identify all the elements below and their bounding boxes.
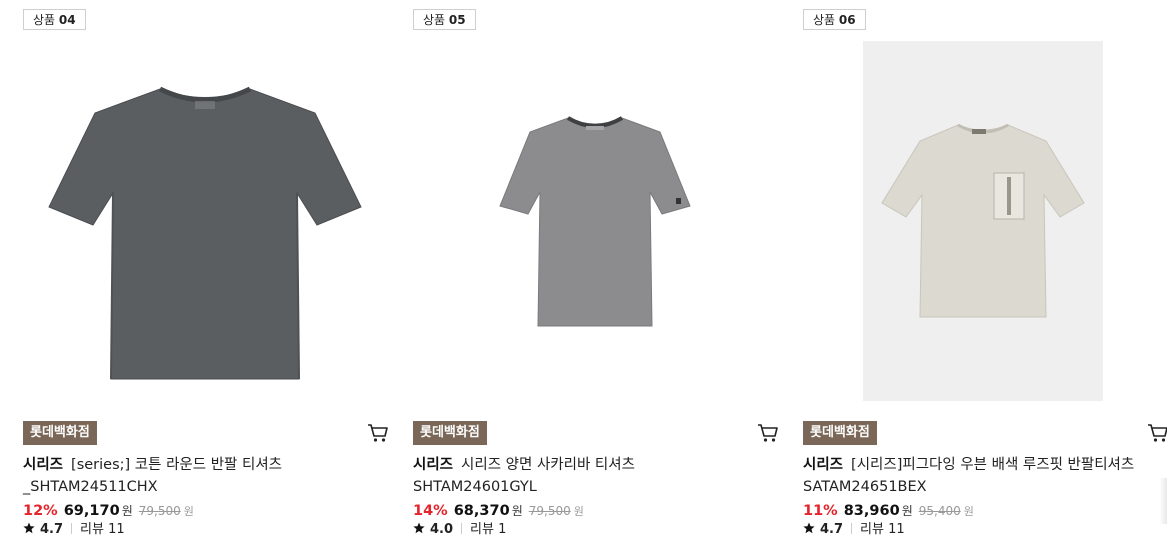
cart-icon: [1148, 424, 1167, 442]
carousel-next-edge[interactable]: [1159, 478, 1167, 524]
discount-rate: 11%: [803, 503, 838, 519]
divider: [851, 523, 853, 534]
tshirt-image-gray: [499, 115, 691, 326]
review-count[interactable]: 리뷰 11: [80, 522, 125, 537]
rating-score: 4.7: [820, 522, 844, 537]
brand-name: 시리즈: [413, 457, 454, 473]
product-code: _SHTAM24511CHX: [23, 479, 158, 495]
product-number-badge: 상품 05: [413, 9, 476, 30]
price-row: 14% 68,370 원 79,500 원: [413, 501, 584, 521]
rating-row: 4.0 리뷰 1: [413, 520, 506, 540]
product-card-05[interactable]: 상품 05 롯데백화점 시리즈 시리즈 양면 사카리바 티셔츠 SHTAM2460…: [413, 0, 779, 548]
product-title[interactable]: 시리즈 [시리즈]피그다잉 우븐 배색 루즈핏 반팔티셔츠 SATAM24651B…: [803, 454, 1167, 498]
store-tag: 롯데백화점: [803, 421, 877, 445]
price-row: 12% 69,170 원 79,500 원: [23, 501, 194, 521]
product-image[interactable]: [413, 41, 777, 401]
divider: [71, 523, 73, 534]
tshirt-image-beige: [881, 123, 1085, 318]
add-to-cart-button[interactable]: [757, 423, 779, 443]
sale-price: 83,960: [843, 503, 900, 519]
product-number-badge: 상품 04: [23, 9, 86, 30]
price-row: 11% 83,960 원 95,400 원: [803, 501, 974, 521]
product-card-06[interactable]: 상품 06 롯데백화점 시리즈 [시리즈]피그다잉 우븐 배색 루즈핏 반팔티셔츠…: [803, 0, 1167, 548]
tshirt-image-dark-gray: [48, 86, 362, 380]
product-code: SHTAM24601GYL: [413, 479, 537, 495]
original-currency-unit: 원: [573, 505, 584, 518]
product-code: SATAM24651BEX: [803, 479, 927, 495]
divider: [461, 523, 463, 534]
product-name: [series;] 코튼 라운드 반팔 티셔츠: [71, 457, 283, 473]
cart-icon: [758, 424, 778, 442]
original-price: 79,500: [138, 504, 181, 518]
brand-name: 시리즈: [23, 457, 64, 473]
discount-rate: 14%: [413, 503, 448, 519]
cart-icon: [368, 424, 388, 442]
original-price: 79,500: [528, 504, 571, 518]
currency-unit: 원: [511, 504, 523, 518]
product-name: [시리즈]피그다잉 우븐 배색 루즈핏 반팔티셔츠: [851, 457, 1135, 473]
product-image[interactable]: [23, 41, 387, 401]
sale-price: 68,370: [453, 503, 510, 519]
star-icon: [803, 522, 815, 534]
add-to-cart-button[interactable]: [367, 423, 389, 443]
original-price: 95,400: [918, 504, 961, 518]
currency-unit: 원: [901, 504, 913, 518]
rating-row: 4.7 리뷰 11: [803, 520, 905, 540]
star-icon: [413, 522, 425, 534]
product-image[interactable]: [863, 41, 1103, 401]
currency-unit: 원: [121, 504, 133, 518]
product-number-badge: 상품 06: [803, 9, 866, 30]
product-title[interactable]: 시리즈 시리즈 양면 사카리바 티셔츠 SHTAM24601GYL: [413, 454, 777, 498]
product-card-04[interactable]: 상품 04 롯데백화점 시리즈 [series;] 코튼 라운드 반팔 티셔츠 _…: [23, 0, 389, 548]
discount-rate: 12%: [23, 503, 58, 519]
rating-score: 4.0: [430, 522, 454, 537]
add-to-cart-button[interactable]: [1147, 423, 1167, 443]
review-count[interactable]: 리뷰 11: [860, 522, 905, 537]
original-currency-unit: 원: [183, 505, 194, 518]
product-name: 시리즈 양면 사카리바 티셔츠: [461, 457, 635, 473]
star-icon: [23, 522, 35, 534]
product-title[interactable]: 시리즈 [series;] 코튼 라운드 반팔 티셔츠 _SHTAM24511CH…: [23, 454, 387, 498]
review-count[interactable]: 리뷰 1: [470, 522, 506, 537]
store-tag: 롯데백화점: [413, 421, 487, 445]
rating-row: 4.7 리뷰 11: [23, 520, 125, 540]
original-currency-unit: 원: [963, 505, 974, 518]
sale-price: 69,170: [63, 503, 120, 519]
store-tag: 롯데백화점: [23, 421, 97, 445]
brand-name: 시리즈: [803, 457, 844, 473]
rating-score: 4.7: [40, 522, 64, 537]
